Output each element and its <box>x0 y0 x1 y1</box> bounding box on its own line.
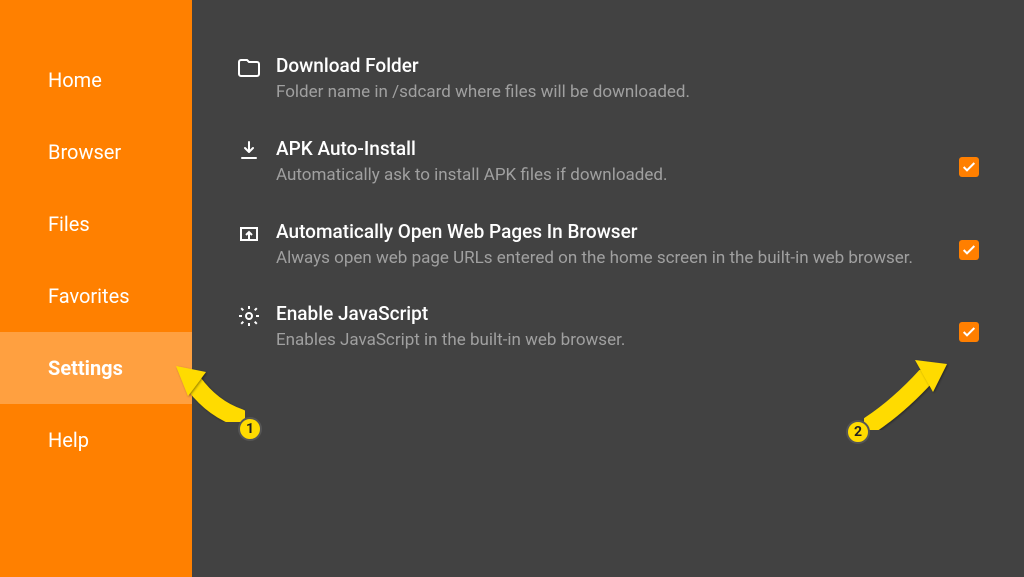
setting-download-folder[interactable]: Download Folder Folder name in /sdcard w… <box>222 38 984 121</box>
download-icon <box>222 137 276 163</box>
sidebar-item-label: Settings <box>48 356 123 380</box>
setting-title: Enable JavaScript <box>276 302 938 325</box>
checkbox-apk-auto-install[interactable] <box>954 137 984 177</box>
sidebar-item-label: Browser <box>48 140 121 164</box>
setting-desc: Enables JavaScript in the built-in web b… <box>276 329 938 353</box>
sidebar-item-label: Home <box>48 68 102 92</box>
setting-apk-auto-install[interactable]: APK Auto-Install Automatically ask to in… <box>222 121 984 204</box>
setting-desc: Automatically ask to install APK files i… <box>276 164 938 188</box>
setting-title: Download Folder <box>276 54 968 77</box>
sidebar-item-label: Files <box>48 212 90 236</box>
setting-title: APK Auto-Install <box>276 137 938 160</box>
setting-text: Download Folder Folder name in /sdcard w… <box>276 54 984 105</box>
setting-auto-open-browser[interactable]: Automatically Open Web Pages In Browser … <box>222 204 984 287</box>
check-icon <box>959 157 979 177</box>
setting-text: APK Auto-Install Automatically ask to in… <box>276 137 954 188</box>
open-in-browser-icon <box>222 220 276 246</box>
checkbox-enable-javascript[interactable] <box>954 302 984 342</box>
gear-icon <box>222 302 276 328</box>
folder-icon <box>222 54 276 80</box>
setting-text: Enable JavaScript Enables JavaScript in … <box>276 302 954 353</box>
settings-panel: Download Folder Folder name in /sdcard w… <box>192 0 1024 577</box>
sidebar-item-home[interactable]: Home <box>0 44 192 116</box>
setting-text: Automatically Open Web Pages In Browser … <box>276 220 954 271</box>
sidebar-item-favorites[interactable]: Favorites <box>0 260 192 332</box>
sidebar-item-label: Favorites <box>48 284 130 308</box>
setting-title: Automatically Open Web Pages In Browser <box>276 220 938 243</box>
sidebar-item-help[interactable]: Help <box>0 404 192 476</box>
setting-desc: Folder name in /sdcard where files will … <box>276 81 968 105</box>
sidebar-item-settings[interactable]: Settings <box>0 332 192 404</box>
sidebar-item-browser[interactable]: Browser <box>0 116 192 188</box>
sidebar-item-label: Help <box>48 428 89 452</box>
check-icon <box>959 240 979 260</box>
checkbox-auto-open-browser[interactable] <box>954 220 984 260</box>
check-icon <box>959 322 979 342</box>
setting-enable-javascript[interactable]: Enable JavaScript Enables JavaScript in … <box>222 286 984 369</box>
setting-desc: Always open web page URLs entered on the… <box>276 247 938 271</box>
sidebar-item-files[interactable]: Files <box>0 188 192 260</box>
sidebar: Home Browser Files Favorites Settings He… <box>0 0 192 577</box>
